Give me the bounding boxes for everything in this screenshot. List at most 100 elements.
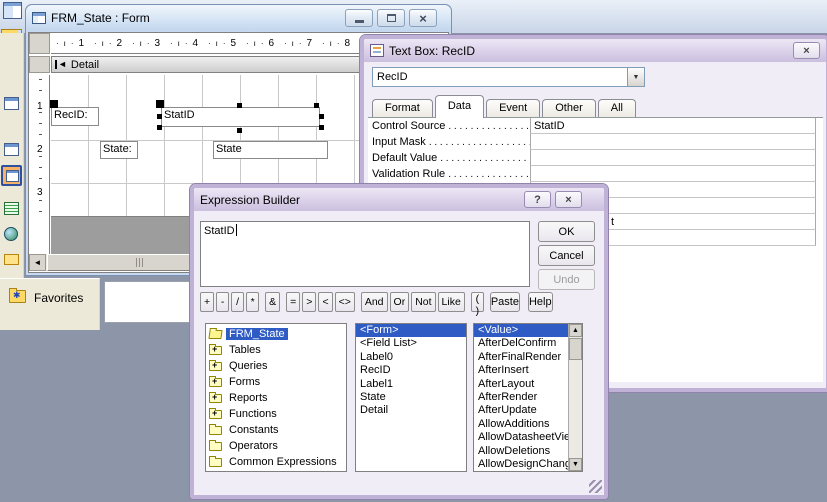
- list-item[interactable]: AllowDesignChange: [474, 458, 568, 471]
- ruler-tick: ı: [254, 39, 256, 48]
- tab-format[interactable]: Format: [372, 99, 433, 118]
- macro-object-icon[interactable]: [4, 202, 19, 215]
- operator-button--[interactable]: -: [216, 292, 229, 312]
- property-value[interactable]: [530, 134, 816, 150]
- tree-item[interactable]: Functions: [206, 406, 346, 422]
- tree-item[interactable]: Operators: [206, 438, 346, 454]
- cancel-button[interactable]: Cancel: [538, 245, 595, 266]
- property-value[interactable]: [530, 166, 816, 182]
- operator-button-<>[interactable]: <>: [335, 292, 355, 312]
- tab-event[interactable]: Event: [486, 99, 540, 118]
- pages-object-icon[interactable]: [4, 227, 18, 241]
- tree-item[interactable]: Constants: [206, 422, 346, 438]
- tab-data[interactable]: Data: [435, 95, 484, 118]
- list-item[interactable]: <Field List>: [356, 337, 466, 350]
- tree-item[interactable]: Reports: [206, 390, 346, 406]
- selection-handle[interactable]: [237, 128, 242, 133]
- form-object-icon[interactable]: [4, 143, 19, 156]
- operator-button-*[interactable]: *: [246, 292, 259, 312]
- vertical-ruler-lower: [29, 216, 50, 257]
- selection-handle[interactable]: [314, 103, 319, 108]
- property-value[interactable]: StatID: [530, 118, 816, 134]
- selection-handle[interactable]: [157, 114, 162, 119]
- selection-handle[interactable]: [50, 100, 58, 108]
- operator-button-+[interactable]: +: [200, 292, 214, 312]
- operator-button-<[interactable]: <: [318, 292, 332, 312]
- operator-button-=[interactable]: =: [286, 292, 300, 312]
- list-item[interactable]: AfterFinalRender: [474, 351, 568, 364]
- list-item[interactable]: AfterLayout: [474, 378, 568, 391]
- selection-handle[interactable]: [156, 100, 164, 108]
- list-item[interactable]: RecID: [356, 364, 466, 377]
- help-button[interactable]: Help: [528, 292, 553, 312]
- operator-button-&[interactable]: &: [265, 292, 280, 312]
- list-item[interactable]: <Value>: [474, 324, 568, 337]
- list-item[interactable]: AllowAdditions: [474, 418, 568, 431]
- combo-dropdown-icon[interactable]: ▼: [627, 68, 644, 86]
- expression-builder-titlebar[interactable]: Expression Builder ? ×: [194, 188, 604, 211]
- form-window-titlebar[interactable]: FRM_State : Form ×: [26, 5, 451, 31]
- favorites-group-bar[interactable]: ✱ Favorites: [0, 278, 100, 330]
- tree-item[interactable]: Forms: [206, 374, 346, 390]
- undo-button[interactable]: Undo: [538, 269, 595, 290]
- form-object-icon[interactable]: [4, 97, 19, 110]
- state-label-control[interactable]: State:: [100, 141, 138, 159]
- restore-button[interactable]: [377, 9, 405, 27]
- paste-button[interactable]: Paste: [490, 292, 520, 312]
- operator-button-Not[interactable]: Not: [411, 292, 435, 312]
- operator-button-And[interactable]: And: [361, 292, 388, 312]
- operator-button-Or[interactable]: Or: [390, 292, 410, 312]
- list-item[interactable]: AllowDeletions: [474, 445, 568, 458]
- ruler-segment: ·ı·2: [89, 33, 127, 53]
- tree-item[interactable]: FRM_State: [206, 326, 346, 342]
- selection-handle[interactable]: [237, 103, 242, 108]
- dialog-close-button[interactable]: ×: [793, 42, 820, 59]
- selection-handle[interactable]: [157, 125, 162, 130]
- selection-handle[interactable]: [319, 125, 324, 130]
- list-item[interactable]: AfterUpdate: [474, 404, 568, 417]
- operator-button-Like[interactable]: Like: [438, 292, 465, 312]
- list-item[interactable]: Detail: [356, 404, 466, 417]
- selected-form-object-icon[interactable]: [1, 165, 22, 186]
- recid-label-control[interactable]: RecID:: [51, 107, 99, 126]
- dialog-help-button[interactable]: ?: [524, 191, 551, 208]
- minimize-button[interactable]: [345, 9, 373, 27]
- resize-grip[interactable]: [589, 480, 602, 493]
- folder-object-icon[interactable]: [4, 254, 19, 265]
- expression-input[interactable]: StatID: [200, 221, 530, 287]
- tab-other[interactable]: Other: [542, 99, 596, 118]
- vertical-scrollbar[interactable]: ▲ ▼: [568, 324, 582, 471]
- ruler-number: 2: [116, 38, 122, 49]
- tree-item-label: FRM_State: [226, 328, 288, 340]
- selection-handle[interactable]: [319, 114, 324, 119]
- operator-button-/[interactable]: /: [231, 292, 244, 312]
- operator-group: &: [265, 292, 280, 312]
- statid-textbox-control[interactable]: StatID: [161, 107, 320, 127]
- scroll-down-button[interactable]: ▼: [569, 458, 582, 471]
- property-value[interactable]: [530, 150, 816, 166]
- dialog-close-button[interactable]: ×: [555, 191, 582, 208]
- scrollbar-thumb[interactable]: [569, 338, 582, 360]
- scroll-left-button[interactable]: ◄: [29, 254, 46, 271]
- operator-button->[interactable]: >: [302, 292, 316, 312]
- property-dialog-titlebar[interactable]: Text Box: RecID ×: [364, 39, 826, 62]
- list-item[interactable]: AfterDelConfirm: [474, 337, 568, 350]
- list-item[interactable]: AfterInsert: [474, 364, 568, 377]
- operator-button-()[interactable]: ( ): [471, 292, 484, 312]
- list-item[interactable]: AfterRender: [474, 391, 568, 404]
- list-item[interactable]: Label1: [356, 378, 466, 391]
- section-selector-box[interactable]: [29, 56, 50, 73]
- list-item[interactable]: <Form>: [356, 324, 466, 337]
- close-button[interactable]: ×: [409, 9, 437, 27]
- tree-item[interactable]: Tables: [206, 342, 346, 358]
- list-item[interactable]: Label0: [356, 351, 466, 364]
- ok-button[interactable]: OK: [538, 221, 595, 242]
- list-item[interactable]: AllowDatasheetView: [474, 431, 568, 444]
- object-selector-combo[interactable]: RecID ▼: [372, 67, 645, 87]
- tree-item[interactable]: Common Expressions: [206, 454, 346, 470]
- tab-all[interactable]: All: [598, 99, 636, 118]
- tree-item[interactable]: Queries: [206, 358, 346, 374]
- list-item[interactable]: State: [356, 391, 466, 404]
- scroll-up-button[interactable]: ▲: [569, 324, 582, 337]
- state-textbox-control[interactable]: State: [213, 141, 328, 159]
